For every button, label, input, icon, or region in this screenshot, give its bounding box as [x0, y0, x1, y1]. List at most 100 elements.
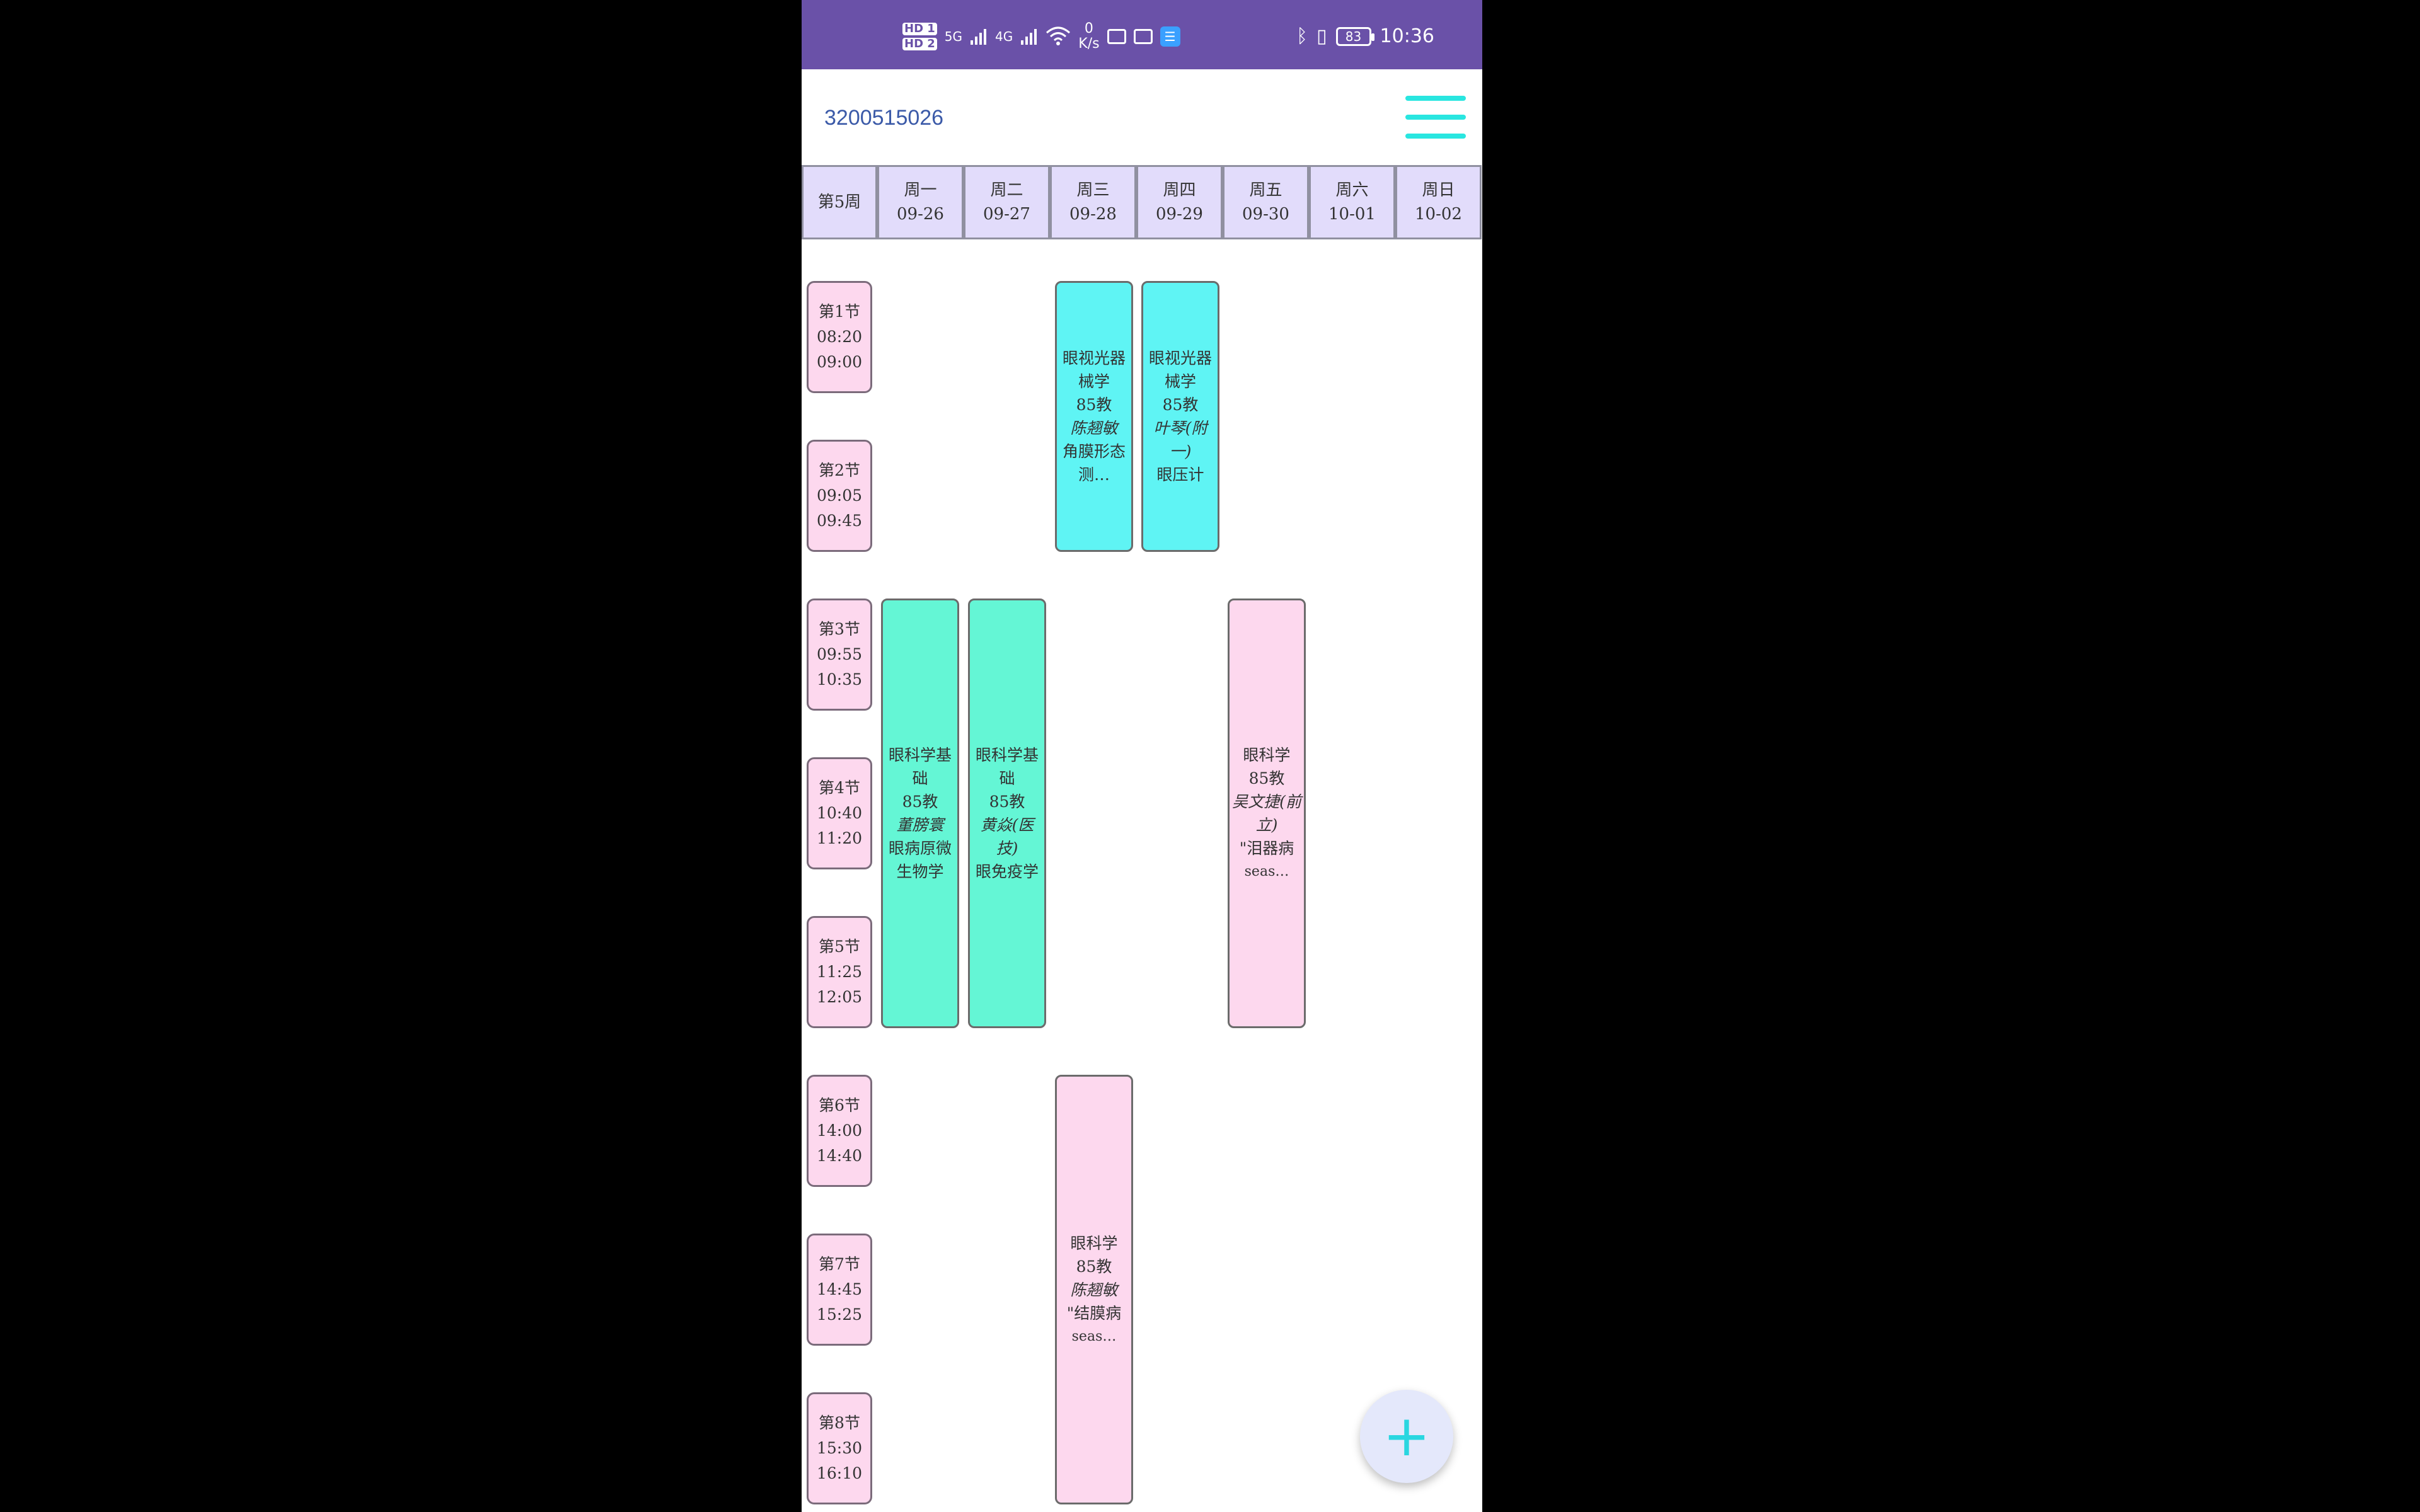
period-label: 第6节 [819, 1096, 860, 1114]
period-label: 第3节 [819, 620, 860, 638]
add-icon: + [1383, 1403, 1431, 1469]
day-name: 周二 [990, 181, 1023, 200]
period-end: 10:35 [816, 670, 863, 689]
period-end: 15:25 [816, 1305, 863, 1324]
period-start: 11:25 [816, 963, 863, 981]
signal-bars-icon [1021, 29, 1037, 45]
day-date: 10-01 [1328, 205, 1376, 224]
course-name: 眼视光器械学 [1148, 349, 1212, 391]
course-name: 眼科学基础 [888, 746, 952, 788]
week-label: 第5周 [817, 193, 861, 212]
signal-5g-icon: 5G [944, 29, 963, 44]
period-end: 12:05 [816, 988, 863, 1006]
period-start: 14:00 [816, 1121, 863, 1140]
battery-icon: 83 [1335, 26, 1374, 46]
course-block[interactable]: 眼视光器械学 85教 叶琴(附一) 眼压计 [1141, 281, 1219, 552]
course-note: 眼免疫学 [975, 862, 1039, 881]
period-cell-8: 第8节 15:30 16:10 [807, 1392, 872, 1504]
course-room: 85教 [902, 793, 938, 811]
day-date: 09-26 [897, 205, 944, 224]
day-name: 周五 [1249, 181, 1282, 200]
signal-4g-icon: 4G [995, 29, 1013, 44]
net-speed: 0 K/s [1078, 21, 1099, 52]
course-teacher: 陈翘敏 [1070, 419, 1118, 437]
course-block[interactable]: 眼视光器械学 85教 陈翘敏 角膜形态测… [1055, 281, 1133, 552]
course-block[interactable]: 眼科学基础 85教 黄焱(医技) 眼免疫学 [968, 598, 1046, 1028]
bluetooth-icon: ᛒ [1296, 25, 1308, 47]
hd-icon: HD 1 HD 2 [902, 23, 937, 50]
period-end: 09:00 [816, 353, 863, 371]
hamburger-menu-icon[interactable] [1405, 96, 1466, 139]
course-block[interactable]: 眼科学 85教 吴文捷(前立) "泪器病 seas… [1228, 598, 1306, 1028]
course-note: "结膜病 [1066, 1303, 1122, 1322]
course-block[interactable]: 眼科学基础 85教 董膀寰 眼病原微生物学 [881, 598, 959, 1028]
course-room: 85教 [1076, 1257, 1112, 1276]
period-cell-4: 第4节 10:40 11:20 [807, 757, 872, 869]
period-cell-3: 第3节 09:55 10:35 [807, 598, 872, 711]
menu-line [1405, 96, 1466, 101]
course-extra: seas… [1244, 864, 1289, 879]
period-label: 第4节 [819, 779, 860, 797]
period-start: 09:05 [816, 486, 863, 505]
day-header-thu: 周四 09-29 [1136, 165, 1223, 239]
course-note: 眼病原微生物学 [888, 839, 952, 881]
course-note: 角膜形态测… [1062, 442, 1126, 484]
day-name: 周日 [1422, 181, 1455, 200]
day-header-row: 第5周 周一 09-26 周二 09-27 周三 09-28 周四 09-29 … [802, 165, 1482, 239]
wifi-icon [1046, 26, 1071, 45]
app-notification-icon: ☰ [1160, 26, 1180, 47]
period-start: 15:30 [816, 1439, 863, 1457]
period-cell-2: 第2节 09:05 09:45 [807, 440, 872, 552]
add-course-button[interactable]: + [1360, 1390, 1453, 1483]
period-cell-1: 第1节 08:20 09:00 [807, 281, 872, 393]
day-header-sun: 周日 10-02 [1395, 165, 1482, 239]
period-end: 14:40 [816, 1147, 863, 1165]
period-label: 第7节 [819, 1255, 860, 1273]
menu-line [1405, 115, 1466, 120]
course-name: 眼科学基础 [975, 746, 1039, 788]
period-start: 14:45 [816, 1280, 863, 1298]
student-id: 3200515026 [824, 106, 944, 130]
course-room: 85教 [1248, 769, 1285, 788]
period-label: 第2节 [819, 461, 860, 479]
day-name: 周四 [1163, 181, 1196, 200]
day-header-fri: 周五 09-30 [1223, 165, 1309, 239]
day-header-tue: 周二 09-27 [964, 165, 1050, 239]
course-name: 眼科学 [1243, 746, 1291, 764]
course-note: 眼压计 [1156, 466, 1204, 484]
period-end: 16:10 [816, 1464, 863, 1482]
course-teacher: 叶琴(附一) [1153, 419, 1207, 461]
period-end: 11:20 [816, 829, 863, 847]
course-block[interactable]: 眼科学 85教 陈翘敏 "结膜病 seas… [1055, 1075, 1133, 1504]
course-name: 眼科学 [1070, 1234, 1118, 1252]
course-extra: seas… [1071, 1328, 1117, 1344]
period-start: 08:20 [816, 328, 863, 346]
status-bar: HD 1 HD 2 5G 4G 0 K/s ☰ ᛒ ▯ 83 10:36 [802, 0, 1482, 69]
day-header-mon: 周一 09-26 [877, 165, 964, 239]
signal-bars-icon [971, 29, 987, 45]
net-speed-value: 0 [1084, 21, 1093, 37]
message-icon [1107, 29, 1126, 44]
course-teacher: 黄焱(医技) [980, 816, 1034, 857]
clock: 10:36 [1380, 25, 1434, 47]
hd2-badge: HD 2 [902, 38, 937, 50]
vibrate-icon: ▯ [1317, 25, 1327, 47]
day-date: 09-29 [1156, 205, 1203, 224]
period-cell-6: 第6节 14:00 14:40 [807, 1075, 872, 1187]
menu-line [1405, 134, 1466, 139]
period-label: 第8节 [819, 1414, 860, 1432]
period-start: 09:55 [816, 645, 863, 663]
day-header-wed: 周三 09-28 [1050, 165, 1136, 239]
course-teacher: 陈翘敏 [1070, 1280, 1118, 1299]
status-right: ᛒ ▯ 83 10:36 [1296, 25, 1434, 47]
app-bar: 3200515026 [802, 69, 1482, 165]
course-room: 85教 [989, 793, 1025, 811]
timetable-grid: 第1节 08:20 09:00 第2节 09:05 09:45 第3节 09:5… [802, 239, 1482, 1512]
day-header-sat: 周六 10-01 [1309, 165, 1395, 239]
day-name: 周三 [1076, 181, 1110, 200]
period-start: 10:40 [816, 804, 863, 822]
day-date: 10-02 [1415, 205, 1462, 224]
week-selector[interactable]: 第5周 [802, 165, 877, 239]
day-date: 09-27 [983, 205, 1030, 224]
course-name: 眼视光器械学 [1062, 349, 1126, 391]
